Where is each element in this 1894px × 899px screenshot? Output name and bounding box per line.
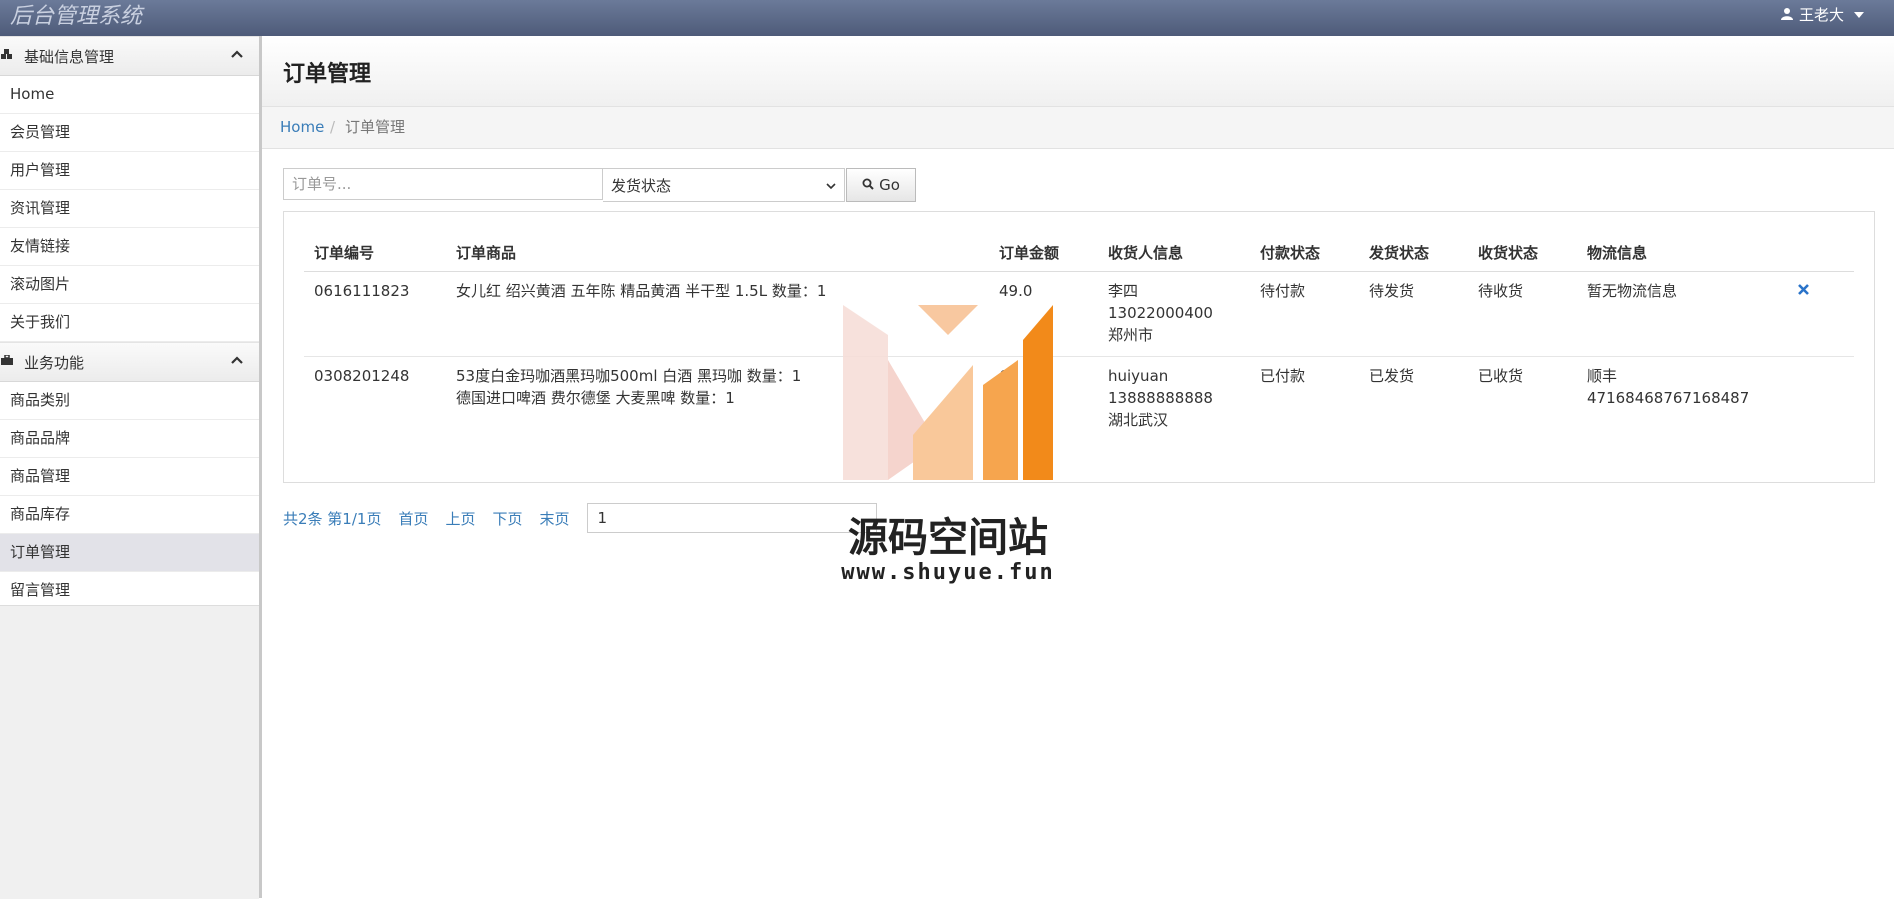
receiver-address: 郑州市 [1108, 326, 1154, 344]
receiver-phone: 13888888888 [1108, 389, 1213, 407]
breadcrumb-home-link[interactable]: Home [280, 107, 324, 148]
col-order-no: 订单编号 [304, 234, 446, 272]
chevron-up-icon[interactable] [231, 47, 243, 63]
receiver-name: huiyuan [1108, 367, 1169, 385]
caret-down-icon [1854, 11, 1864, 18]
pager-next-link[interactable]: 下页 [492, 508, 522, 529]
sidebar-item-brands[interactable]: 商品品牌 [0, 420, 259, 458]
chevron-down-icon [826, 176, 836, 194]
goods-line: 女儿红 绍兴黄酒 五年陈 精品黄酒 半干型 1.5L 数量：1 [456, 282, 827, 300]
page-title: 订单管理 [283, 62, 372, 87]
cell-actions [1787, 271, 1854, 357]
briefcase-icon [0, 354, 14, 369]
sidebar-item-members[interactable]: 会员管理 [0, 114, 259, 152]
sidebar-item-categories[interactable]: 商品类别 [0, 382, 259, 420]
sidebar: 基础信息管理 Home 会员管理 用户管理 资讯管理 友情链接 滚动图片 关于我… [0, 36, 262, 899]
breadcrumb: Home / 订单管理 [262, 107, 1894, 149]
page-header [262, 36, 1894, 107]
col-receiver: 收货人信息 [1098, 234, 1250, 272]
section-title: 业务功能 [24, 353, 85, 372]
close-icon[interactable] [1797, 280, 1810, 301]
logistics-line: 顺丰 [1587, 367, 1618, 385]
cell-actions [1787, 357, 1854, 442]
user-menu[interactable]: 王老大 [1780, 4, 1864, 25]
sidebar-item-banners[interactable]: 滚动图片 [0, 266, 259, 304]
section-title: 基础信息管理 [24, 47, 115, 66]
col-goods: 订单商品 [446, 234, 989, 272]
pager-first-link[interactable]: 首页 [398, 508, 428, 529]
search-icon [862, 176, 874, 194]
receiver-address: 湖北武汉 [1108, 411, 1169, 429]
user-icon [1780, 6, 1793, 24]
sidebar-item-home[interactable]: Home [0, 76, 259, 114]
cell-pay-status: 已付款 [1260, 367, 1306, 385]
logistics-line: 47168468767168487 [1587, 389, 1750, 407]
page-number-input[interactable] [586, 503, 877, 533]
col-logistics: 物流信息 [1577, 234, 1787, 272]
cubes-icon [0, 49, 14, 63]
col-amount: 订单金额 [989, 234, 1098, 272]
cell-pay-status: 待付款 [1250, 271, 1359, 357]
breadcrumb-current: 订单管理 [345, 118, 406, 136]
main-content: 订单管理 Home / 订单管理 发货状态 Go [262, 36, 1894, 898]
watermark-url: www.shuyue.fun [841, 560, 1055, 585]
top-navbar: 后台管理系统 王老大 [0, 0, 1894, 37]
select-value: 发货状态 [611, 176, 672, 195]
user-name: 王老大 [1798, 6, 1844, 24]
receiver-phone: 13022000400 [1108, 304, 1213, 322]
cell-receiver: 李四 13022000400 郑州市 [1098, 271, 1250, 357]
receiver-name: 李四 [1108, 282, 1139, 300]
cell-ship-status: 待发货 [1359, 271, 1468, 357]
table-row: 0308201248 53度白金玛咖酒黑玛咖500ml 白酒 黑玛咖 数量：1 … [304, 357, 1854, 442]
pager-summary: 共2条 第1/1页 [283, 509, 382, 528]
orders-table: 订单编号 订单商品 订单金额 收货人信息 付款状态 发货状态 收货状态 物流信息… [304, 234, 1854, 441]
cell-logistics: 顺丰 47168468767168487 [1577, 357, 1787, 442]
col-ship-status: 发货状态 [1359, 234, 1468, 272]
pagination: 共2条 第1/1页 首页 上页 下页 末页 [283, 503, 877, 533]
sidebar-item-about[interactable]: 关于我们 [0, 304, 259, 342]
chevron-up-icon[interactable] [231, 353, 243, 369]
breadcrumb-separator: / [330, 118, 336, 136]
order-number-input[interactable] [283, 168, 603, 200]
orders-panel: 订单编号 订单商品 订单金额 收货人信息 付款状态 发货状态 收货状态 物流信息… [283, 211, 1875, 483]
sidebar-filler [0, 605, 259, 899]
cell-logistics: 暂无物流信息 [1577, 271, 1787, 357]
pager-last-link[interactable]: 末页 [540, 508, 570, 529]
cell-receive-status: 已收货 [1478, 367, 1524, 385]
cell-order-no: 0308201248 [314, 367, 410, 385]
table-header-row: 订单编号 订单商品 订单金额 收货人信息 付款状态 发货状态 收货状态 物流信息 [304, 234, 1854, 272]
col-pay-status: 付款状态 [1250, 234, 1359, 272]
app-brand: 后台管理系统 [10, 4, 143, 29]
sidebar-item-products[interactable]: 商品管理 [0, 458, 259, 496]
logistics-line: 暂无物流信息 [1587, 282, 1678, 300]
go-button[interactable]: Go [846, 168, 916, 202]
watermark-title: 源码空间站 [848, 515, 1048, 561]
go-label: Go [879, 176, 900, 194]
search-bar: 发货状态 Go [283, 168, 916, 202]
cell-order-no: 0616111823 [304, 271, 446, 357]
sidebar-section-basic[interactable]: 基础信息管理 [0, 36, 259, 76]
watermark-logo-icon [843, 305, 1053, 480]
cell-ship-status: 已发货 [1369, 367, 1415, 385]
sidebar-item-inventory[interactable]: 商品库存 [0, 496, 259, 534]
sidebar-item-news[interactable]: 资讯管理 [0, 190, 259, 228]
cell-receiver: huiyuan 13888888888 湖北武汉 [1098, 357, 1250, 442]
shipping-status-select[interactable]: 发货状态 [603, 168, 845, 202]
sidebar-item-users[interactable]: 用户管理 [0, 152, 259, 190]
pager-prev-link[interactable]: 上页 [445, 508, 475, 529]
table-row: 0616111823 女儿红 绍兴黄酒 五年陈 精品黄酒 半干型 1.5L 数量… [304, 271, 1854, 357]
cell-receive-status: 待收货 [1468, 271, 1577, 357]
sidebar-section-business[interactable]: 业务功能 [0, 342, 259, 382]
col-receive-status: 收货状态 [1468, 234, 1577, 272]
col-actions [1787, 234, 1854, 272]
sidebar-item-links[interactable]: 友情链接 [0, 228, 259, 266]
sidebar-item-orders[interactable]: 订单管理 [0, 534, 259, 572]
